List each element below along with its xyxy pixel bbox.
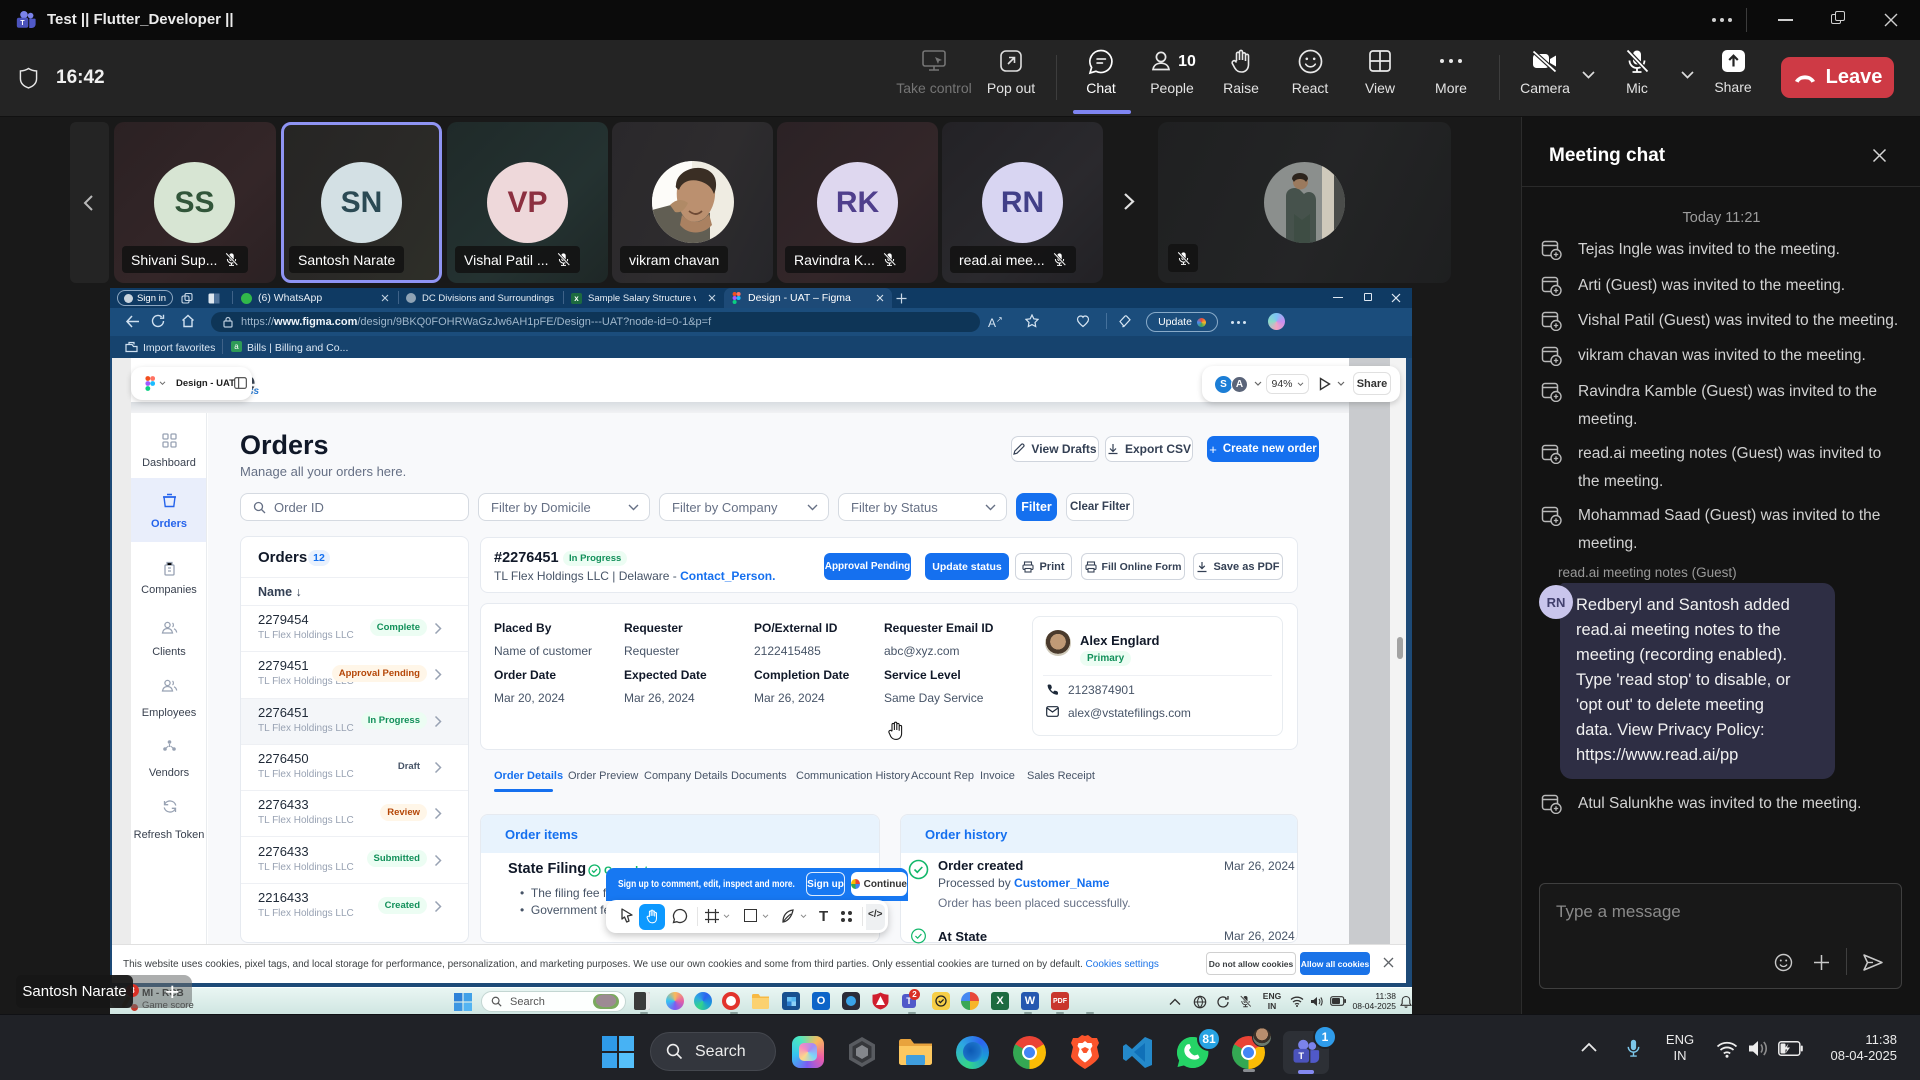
svg-text:T: T bbox=[1298, 1051, 1304, 1061]
